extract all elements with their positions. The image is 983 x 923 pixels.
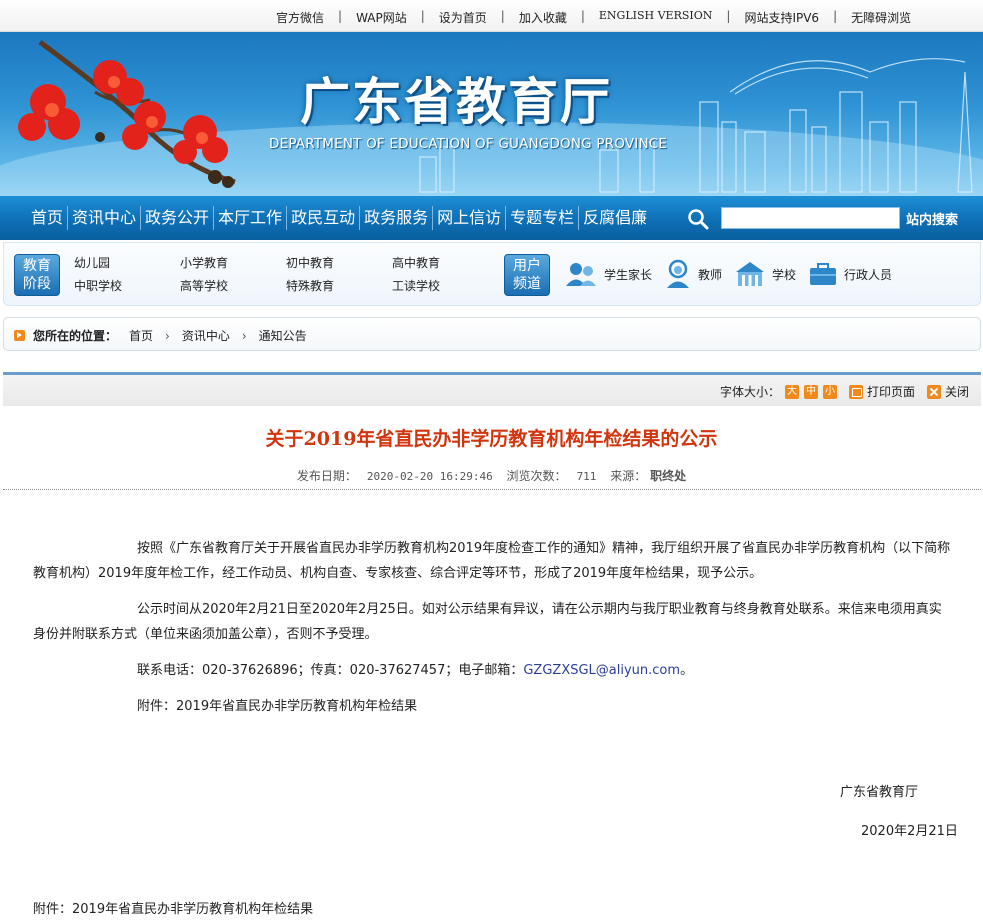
font-size-medium-button[interactable]: 中: [803, 384, 818, 399]
link-add-favorite[interactable]: 加入收藏: [505, 9, 581, 26]
contact-paragraph: 联系电话：020-37626896；传真：020-37627457；电子邮箱：G…: [33, 658, 953, 683]
nav-item-anti-corruption[interactable]: 反腐倡廉: [579, 206, 651, 230]
user-link-label: 学校: [772, 267, 797, 282]
breadcrumb-news[interactable]: 资讯中心: [182, 327, 230, 344]
badge-line: 阶段: [23, 276, 51, 292]
breadcrumb-separator: ›: [241, 328, 247, 343]
user-link-administrators[interactable]: 行政人员: [808, 261, 892, 287]
font-size-small-button[interactable]: 小: [822, 384, 837, 399]
main-nav: 首页 资讯中心 政务公开 本厅工作 政民互动 政务服务 网上信访 专题专栏 反腐…: [0, 196, 983, 240]
nav-items: 首页 资讯中心 政务公开 本厅工作 政民互动 政务服务 网上信访 专题专栏 反腐…: [27, 206, 651, 230]
user-link-schools[interactable]: 学校: [734, 260, 796, 288]
stage-link-kindergarten[interactable]: 幼儿园: [74, 254, 180, 271]
breadcrumb-label: 您所在的位置：: [33, 329, 118, 343]
stage-link-special-ed[interactable]: 特殊教育: [286, 277, 392, 294]
education-stage-badge: 教育 阶段: [14, 254, 60, 296]
parents-icon: [566, 263, 596, 286]
print-icon[interactable]: [848, 384, 863, 399]
top-links: 官方微信 | WAP网站 | 设为首页 | 加入收藏 | ENGLISH VER…: [262, 9, 925, 26]
search-input[interactable]: [721, 207, 900, 229]
stage-link-senior-high[interactable]: 高中教育: [392, 254, 498, 271]
contact-suffix: 。: [680, 663, 694, 678]
attachment-paragraph: 附件：2019年省直民办非学历教育机构年检结果: [137, 699, 418, 714]
article-title: 关于2019年省直民办非学历教育机构年检结果的公示: [265, 428, 718, 450]
user-channel-links: 学生家长 教师 学校 行政人员: [564, 259, 904, 289]
user-channel-badge: 用户 频道: [504, 254, 550, 296]
top-utility-bar: 官方微信 | WAP网站 | 设为首页 | 加入收藏 | ENGLISH VER…: [0, 0, 983, 32]
meta-divider: [3, 489, 981, 490]
attachment-link[interactable]: 附件：2019年省直民办非学历教育机构年检结果: [33, 898, 313, 917]
publish-date: 2020-02-20 16:29:46: [366, 470, 493, 483]
article-toolbar: 字体大小： 大 中 小 打印页面 关闭: [3, 372, 981, 406]
education-stage-links: 幼儿园 小学教育 初中教育 高中教育 中职学校 高等学校 特殊教育 工读学校: [74, 254, 498, 294]
nav-item-gov-affairs[interactable]: 政务公开: [141, 206, 215, 230]
nav-item-dept-work[interactable]: 本厅工作: [214, 206, 288, 230]
view-count: 711: [576, 470, 597, 483]
close-button[interactable]: 关闭: [945, 383, 969, 400]
stage-link-junior-high[interactable]: 初中教育: [286, 254, 392, 271]
search-button[interactable]: 站内搜索: [906, 209, 958, 228]
stage-link-reform-school[interactable]: 工读学校: [392, 277, 498, 294]
nav-item-topics[interactable]: 专题专栏: [506, 206, 580, 230]
email-link[interactable]: GZGZXSGL@aliyun.com: [523, 663, 680, 678]
link-accessibility[interactable]: 无障碍浏览: [837, 9, 925, 26]
font-size-label: 字体大小：: [719, 385, 780, 399]
breadcrumb: 您所在的位置： 首页 › 资讯中心 › 通知公告: [3, 317, 981, 351]
nav-item-petition[interactable]: 网上信访: [433, 206, 507, 230]
link-english-version[interactable]: ENGLISH VERSION: [585, 9, 727, 26]
breadcrumb-notices[interactable]: 通知公告: [259, 327, 307, 344]
signature-date: 2020年2月21日: [861, 824, 958, 839]
site-title: 广东省教育厅: [300, 73, 612, 131]
source-label: 来源：: [610, 469, 647, 483]
link-wechat[interactable]: 官方微信: [262, 9, 338, 26]
link-ipv6[interactable]: 网站支持IPV6: [730, 9, 833, 26]
stage-link-primary[interactable]: 小学教育: [180, 254, 286, 271]
user-link-label: 教师: [698, 267, 723, 282]
source-dept: 职终处: [650, 469, 687, 483]
close-icon[interactable]: [926, 384, 941, 399]
stage-link-vocational[interactable]: 中职学校: [74, 277, 180, 294]
briefcase-icon: [810, 263, 837, 285]
article-body: 按照《广东省教育厅关于开展省直民办非学历教育机构2019年度检查工作的通知》精神…: [33, 536, 953, 730]
teacher-icon: [667, 259, 690, 288]
user-link-teachers[interactable]: 教师: [664, 259, 722, 289]
breadcrumb-separator: ›: [165, 328, 170, 343]
link-set-homepage[interactable]: 设为首页: [425, 9, 501, 26]
toolbar-controls: 字体大小： 大 中 小 打印页面 关闭: [720, 383, 969, 400]
user-link-label: 行政人员: [844, 267, 893, 282]
article-meta: 发布日期： 2020-02-20 16:29:46 浏览次数： 711 来源： 职终…: [0, 467, 983, 484]
badge-line: 频道: [513, 276, 541, 292]
breadcrumb-home[interactable]: 首页: [129, 327, 153, 344]
arrow-bullet-icon: [14, 330, 25, 341]
paragraph: 按照《广东省教育厅关于开展省直民办非学历教育机构2019年度检查工作的通知》精神…: [33, 541, 951, 581]
paragraph: 公示时间从2020年2月21日至2020年2月25日。如对公示结果有异议，请在公…: [33, 602, 942, 642]
signature-org: 广东省教育厅: [840, 785, 919, 800]
font-size-large-button[interactable]: 大: [784, 384, 799, 399]
search-icon[interactable]: [686, 207, 710, 231]
contact-text: 联系电话：020-37626896；传真：020-37627457；电子邮箱：: [137, 663, 524, 678]
badge-line: 教育: [23, 258, 51, 274]
user-link-label: 学生家长: [604, 267, 653, 282]
nav-item-services[interactable]: 政务服务: [360, 206, 434, 230]
badge-line: 用户: [513, 258, 541, 274]
school-icon: [736, 262, 765, 286]
stage-link-higher-ed[interactable]: 高等学校: [180, 277, 286, 294]
channel-panel: 教育 阶段 幼儿园 小学教育 初中教育 高中教育 中职学校 高等学校 特殊教育 …: [3, 242, 981, 306]
site-subtitle: DEPARTMENT OF EDUCATION OF GUANGDONG PRO…: [269, 136, 668, 152]
link-wap[interactable]: WAP网站: [342, 9, 421, 26]
nav-item-interaction[interactable]: 政民互动: [287, 206, 361, 230]
nav-item-home[interactable]: 首页: [27, 206, 69, 230]
date-label: 发布日期：: [296, 469, 357, 483]
breadcrumb-row: 您所在的位置： 首页 › 资讯中心 › 通知公告: [14, 327, 307, 344]
views-label: 浏览次数：: [506, 469, 567, 483]
nav-item-news[interactable]: 资讯中心: [68, 206, 142, 230]
user-link-parents[interactable]: 学生家长: [564, 261, 652, 287]
print-button[interactable]: 打印页面: [867, 383, 915, 400]
site-banner: 广东省教育厅 DEPARTMENT OF EDUCATION OF GUANGD…: [0, 32, 983, 196]
